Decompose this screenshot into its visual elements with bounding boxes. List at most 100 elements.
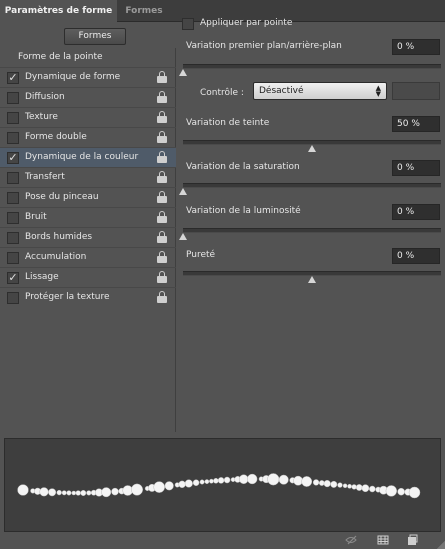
option-checkbox[interactable]: ✓ [7, 152, 19, 164]
eye-brush-icon[interactable] [345, 534, 357, 546]
slider-thumb[interactable] [179, 69, 187, 76]
lock-icon[interactable] [157, 291, 167, 304]
lock-icon[interactable] [157, 151, 167, 164]
lock-icon[interactable] [157, 231, 167, 244]
option-label[interactable]: Dynamique de forme [25, 72, 120, 82]
option-label[interactable]: Diffusion [25, 92, 65, 102]
brush-dab [213, 478, 219, 484]
lock-icon[interactable] [157, 111, 167, 124]
option-checkbox[interactable]: ✓ [7, 72, 19, 84]
brush-dab [48, 488, 57, 497]
option-checkbox[interactable]: ✓ [7, 272, 19, 284]
hue-jitter-label: Variation de teinte [186, 118, 270, 128]
lock-icon[interactable] [157, 71, 167, 84]
lock-icon[interactable] [157, 171, 167, 184]
brush-option-row[interactable]: Diffusion [0, 87, 176, 107]
brush-dab [318, 480, 325, 486]
grid-icon[interactable] [377, 534, 389, 546]
control-label: Contrôle : [200, 88, 244, 98]
brush-dab [323, 480, 331, 488]
purity-label: Pureté [186, 250, 216, 260]
option-checkbox[interactable] [7, 292, 19, 304]
option-label[interactable]: Accumulation [25, 252, 86, 262]
lock-icon[interactable] [157, 271, 167, 284]
tab-brush-settings[interactable]: Paramètres de forme [0, 0, 117, 22]
brush-dab [408, 486, 421, 499]
brush-option-row[interactable]: Transfert [0, 167, 176, 187]
brush-dab [223, 476, 231, 484]
brush-dab [351, 484, 357, 490]
brush-dab [293, 475, 303, 486]
option-label[interactable]: Protéger la texture [25, 292, 110, 302]
purity-input[interactable]: 0 % [392, 248, 440, 264]
brush-option-row[interactable]: Pose du pinceau [0, 187, 176, 207]
option-label[interactable]: Bords humides [25, 232, 92, 242]
option-label[interactable]: Forme double [25, 132, 87, 142]
brush-dab [178, 480, 186, 488]
brush-option-row[interactable]: ✓ Dynamique de forme [0, 67, 176, 87]
option-checkbox[interactable] [7, 192, 19, 204]
brush-option-row[interactable]: Bords humides [0, 227, 176, 247]
slider-thumb[interactable] [308, 276, 316, 283]
apply-per-tip-checkbox[interactable] [182, 18, 194, 30]
lock-icon[interactable] [157, 211, 167, 224]
slider-thumb[interactable] [179, 188, 187, 195]
option-checkbox[interactable] [7, 92, 19, 104]
option-checkbox[interactable] [7, 212, 19, 224]
option-label[interactable]: Pose du pinceau [25, 192, 99, 202]
brightness-jitter-label: Variation de la luminosité [186, 206, 301, 216]
option-checkbox[interactable] [7, 252, 19, 264]
brush-dab [39, 487, 49, 497]
option-label[interactable]: Bruit [25, 212, 47, 222]
saturation-jitter-input[interactable]: 0 % [392, 160, 440, 176]
option-checkbox[interactable] [7, 132, 19, 144]
brush-tip-shape-item[interactable]: Forme de la pointe [18, 52, 103, 62]
resize-grip-icon[interactable] [437, 541, 445, 549]
lock-icon[interactable] [157, 251, 167, 264]
slider-thumb[interactable] [308, 145, 316, 152]
brush-dab [131, 483, 143, 496]
option-label[interactable]: Texture [25, 112, 58, 122]
saturation-jitter-slider[interactable] [179, 183, 441, 195]
option-label[interactable]: Dynamique de la couleur [25, 152, 138, 162]
brush-option-row[interactable]: Texture [0, 107, 176, 127]
purity-slider[interactable] [183, 271, 441, 283]
fg-bg-jitter-input[interactable]: 0 % [392, 39, 440, 55]
option-label[interactable]: Transfert [25, 172, 65, 182]
brush-option-row[interactable]: Bruit [0, 207, 176, 227]
lock-icon[interactable] [157, 91, 167, 104]
brush-dab [192, 479, 200, 486]
brush-dab [71, 490, 77, 496]
brush-option-row[interactable]: ✓ Lissage [0, 267, 176, 287]
brightness-jitter-input[interactable]: 0 % [392, 204, 440, 220]
brush-dab [267, 473, 280, 486]
brush-option-row[interactable]: Accumulation [0, 247, 176, 267]
brush-dab [217, 477, 225, 484]
check-icon: ✓ [8, 151, 18, 164]
brush-dab [204, 479, 210, 484]
option-checkbox[interactable] [7, 112, 19, 124]
control-select[interactable]: Désactivé ▲ ▼ [253, 82, 387, 100]
tab-brushes[interactable]: Formes [117, 0, 171, 22]
brightness-jitter-slider[interactable] [179, 228, 441, 240]
option-label[interactable]: Lissage [25, 272, 59, 282]
brush-option-row[interactable]: Protéger la texture [0, 287, 176, 307]
brush-option-row[interactable]: ✓ Dynamique de la couleur [0, 147, 176, 167]
fg-bg-jitter-slider[interactable] [179, 64, 441, 76]
new-preset-icon[interactable] [406, 534, 418, 546]
brush-dab [312, 479, 320, 486]
brushes-button[interactable]: Formes [64, 28, 126, 45]
hue-jitter-slider[interactable] [183, 140, 441, 152]
option-checkbox[interactable] [7, 172, 19, 184]
brush-dab [397, 487, 405, 496]
brush-option-row[interactable]: Forme double [0, 127, 176, 147]
lock-icon[interactable] [157, 131, 167, 144]
slider-thumb[interactable] [179, 233, 187, 240]
brush-dab [361, 484, 370, 493]
option-checkbox[interactable] [7, 232, 19, 244]
brush-dab [209, 478, 214, 484]
lock-icon[interactable] [157, 191, 167, 204]
apply-per-tip-label: Appliquer par pointe [200, 18, 293, 28]
hue-jitter-input[interactable]: 50 % [392, 116, 440, 132]
brush-dab [347, 483, 352, 489]
